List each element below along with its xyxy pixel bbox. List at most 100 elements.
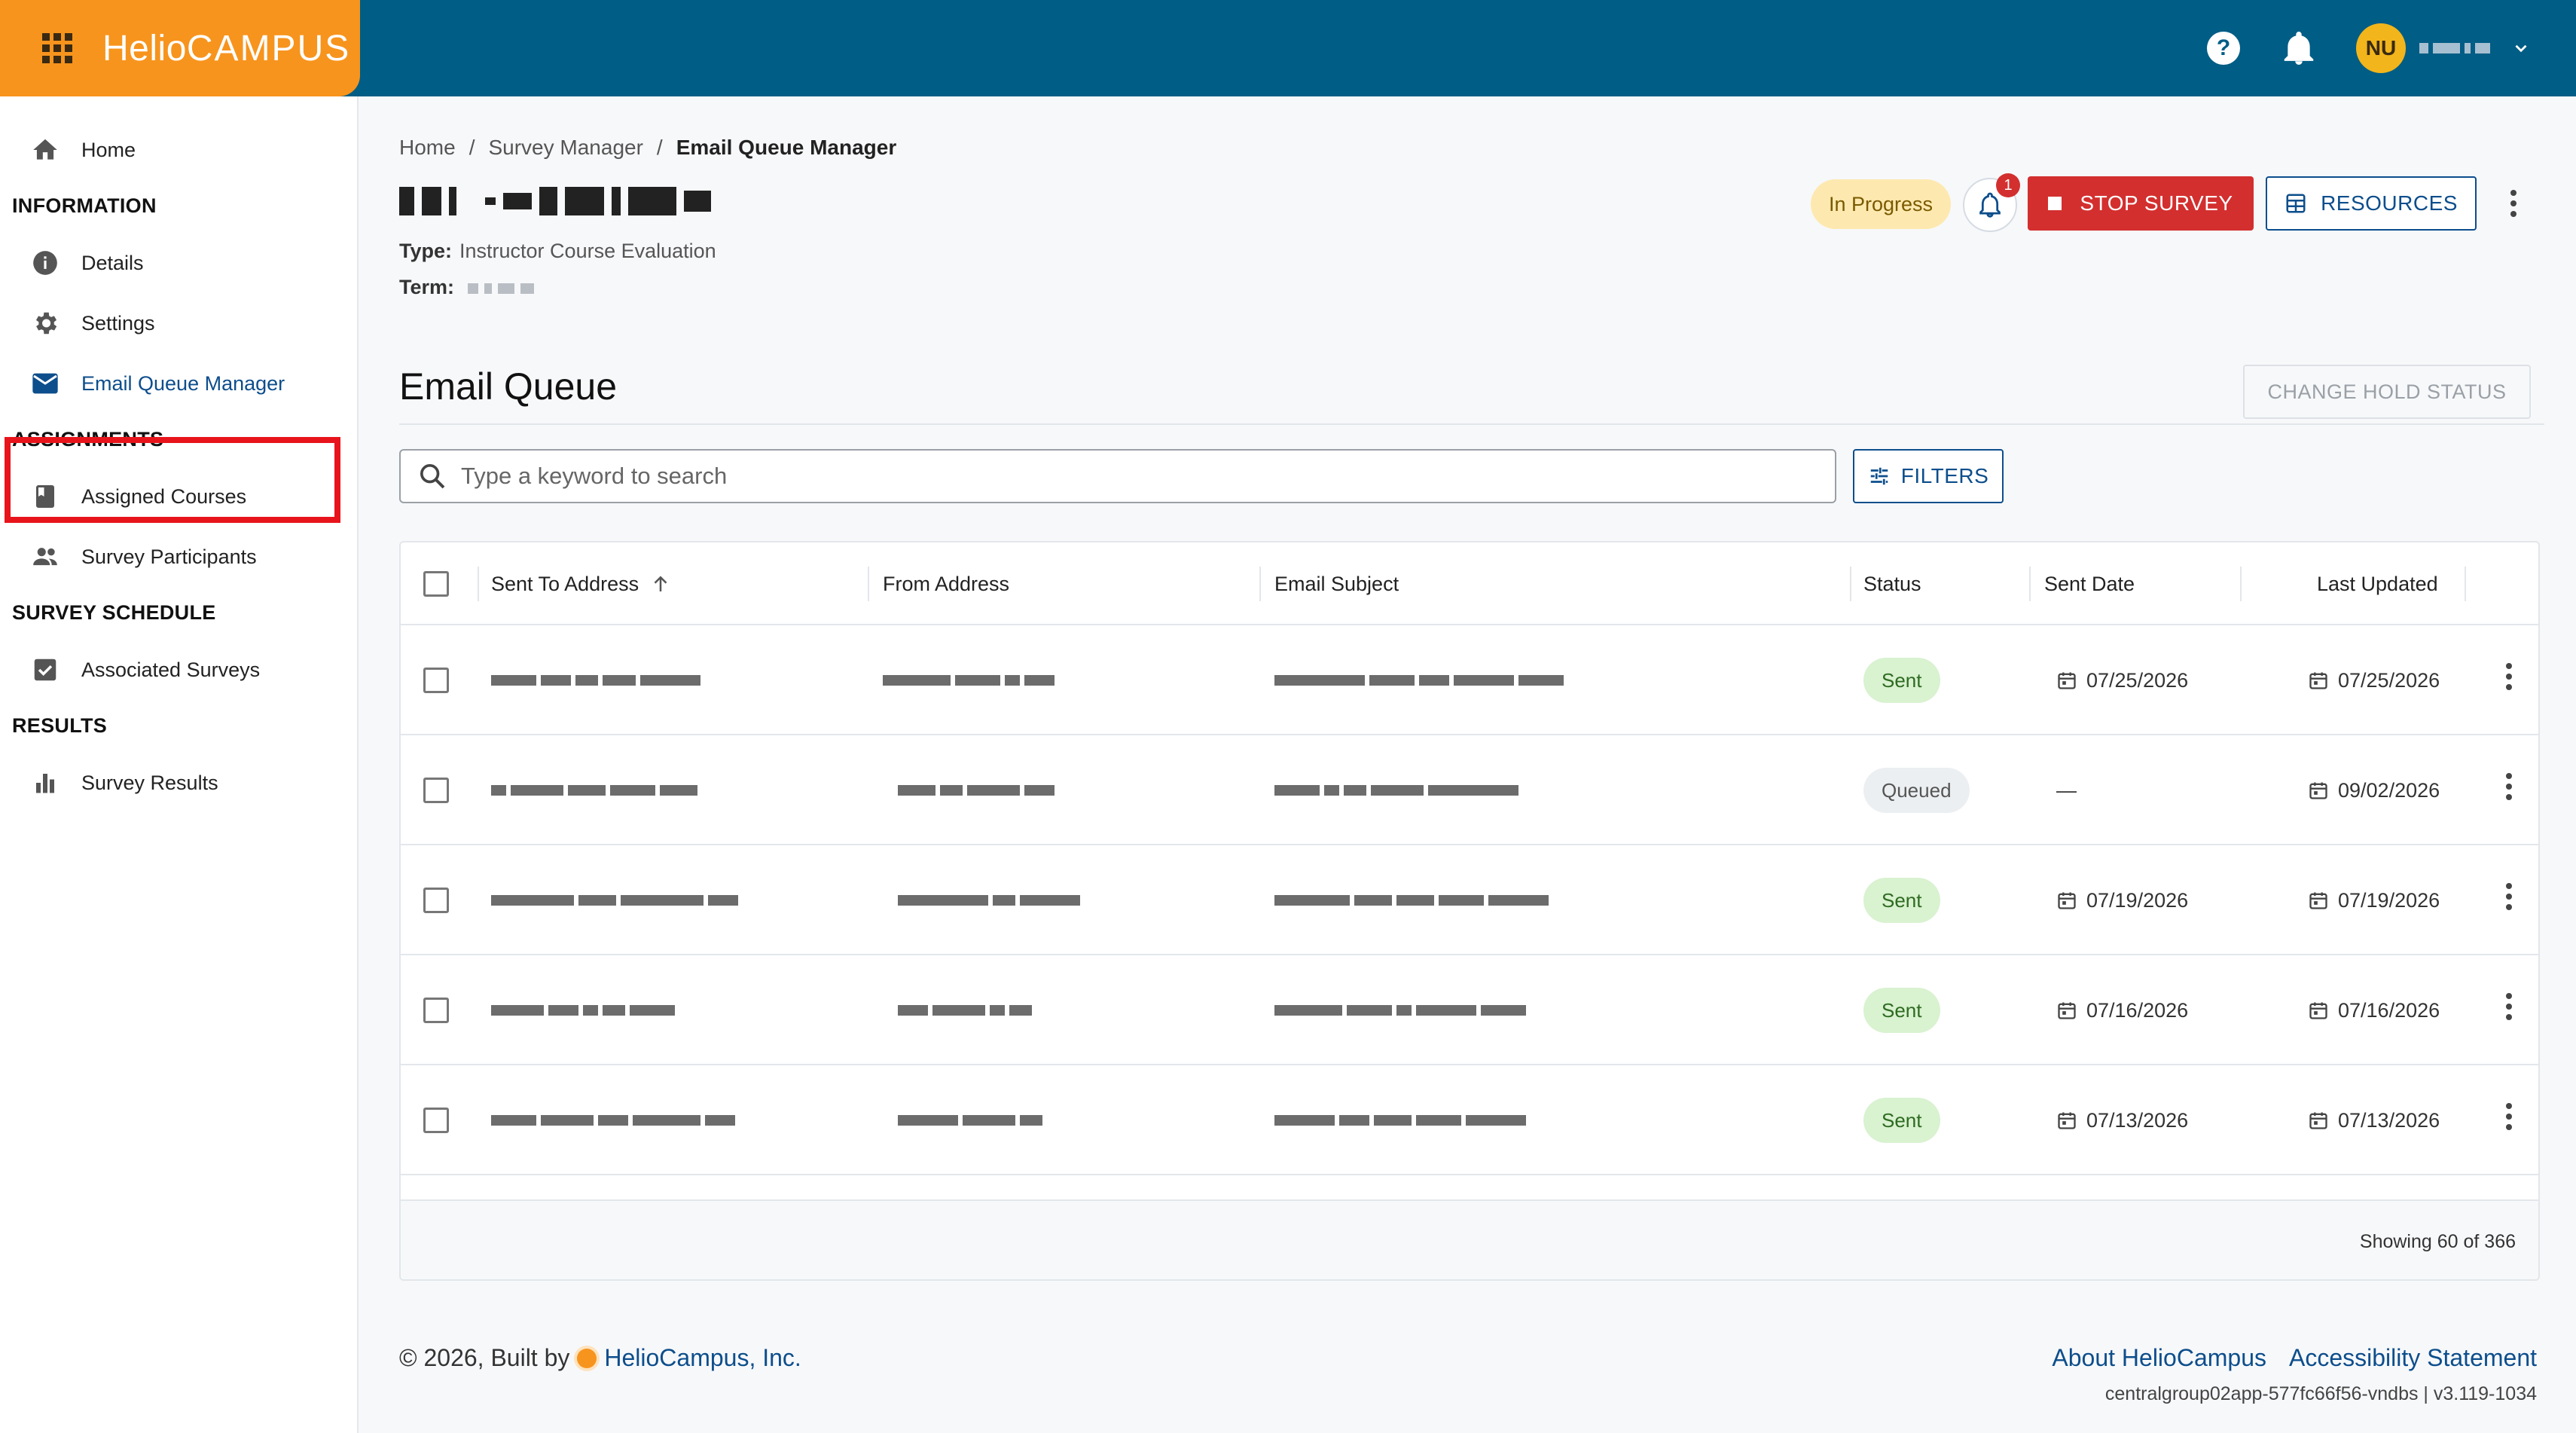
status-cell: Queued: [1863, 735, 1970, 845]
search-input[interactable]: [461, 463, 1802, 490]
row-more-options-icon[interactable]: [2505, 1103, 2513, 1130]
app-grid-icon[interactable]: [42, 33, 72, 63]
sent-date-value: 07/25/2026: [2086, 668, 2189, 692]
row-checkbox[interactable]: [423, 998, 449, 1023]
last-updated-value: 07/25/2026: [2338, 668, 2440, 692]
page-more-options-icon[interactable]: [2510, 190, 2517, 217]
survey-notifications-button[interactable]: 1: [1963, 173, 2020, 232]
sent-to-address-redacted: [491, 1065, 735, 1175]
calendar-icon: [2058, 1002, 2076, 1019]
about-link[interactable]: About HelioCampus: [2052, 1344, 2266, 1372]
sidebar-item-settings[interactable]: Settings: [0, 297, 359, 350]
sent-date-cell: —: [2056, 735, 2077, 845]
column-header-last-updated[interactable]: Last Updated: [2317, 542, 2438, 625]
sidebar-item-details[interactable]: Details: [0, 237, 359, 289]
sidebar-item-home[interactable]: Home: [0, 124, 359, 176]
row-more-options-icon[interactable]: [2505, 663, 2513, 690]
user-menu-chevron-down-icon[interactable]: [2511, 38, 2531, 58]
sent-date-cell: 07/16/2026: [2056, 955, 2188, 1065]
email-subject-redacted: [1274, 735, 1518, 845]
breadcrumb-current: Email Queue Manager: [676, 136, 897, 159]
filters-icon: [1870, 467, 1888, 485]
home-icon: [30, 135, 60, 165]
breadcrumb-separator: /: [656, 136, 663, 159]
status-badge: Sent: [1863, 988, 1940, 1033]
calendar-icon: [2058, 672, 2076, 689]
status-cell: Sent: [1863, 845, 1940, 955]
sidebar-item-survey-participants[interactable]: Survey Participants: [0, 530, 359, 583]
column-label: Sent Date: [2044, 572, 2135, 595]
company-link[interactable]: HelioCampus, Inc.: [604, 1344, 801, 1372]
status-cell: Sent: [1863, 1065, 1940, 1175]
column-separator: [1850, 567, 1851, 601]
row-count-text: Showing 60 of 366: [2359, 1231, 2516, 1252]
email-subject-redacted: [1274, 955, 1526, 1065]
sidebar-item-associated-surveys[interactable]: Associated Surveys: [0, 643, 359, 696]
table-row[interactable]: Sent 07/19/2026 07/19/2026: [401, 845, 2538, 955]
top-bar: HelioCAMPUS ? NU: [0, 0, 2576, 96]
breadcrumb-survey-manager[interactable]: Survey Manager: [488, 136, 642, 160]
row-checkbox[interactable]: [423, 888, 449, 913]
table-row[interactable]: Sent 07/16/2026 07/16/2026: [401, 955, 2538, 1065]
help-icon[interactable]: ?: [2207, 32, 2240, 65]
sent-to-address-redacted: [491, 845, 738, 955]
row-more-options-icon[interactable]: [2505, 883, 2513, 910]
row-checkbox[interactable]: [423, 778, 449, 803]
column-header-status[interactable]: Status: [1863, 542, 1921, 625]
email-subject-redacted: [1274, 845, 1549, 955]
accessibility-link[interactable]: Accessibility Statement: [2289, 1344, 2537, 1372]
bar-chart-icon: [30, 768, 60, 798]
column-label: From Address: [883, 572, 1010, 595]
user-avatar[interactable]: NU: [2356, 23, 2406, 73]
filters-button[interactable]: FILTERS: [1853, 449, 2004, 503]
column-header-sent-date[interactable]: Sent Date: [2044, 542, 2135, 625]
column-header-subject[interactable]: Email Subject: [1274, 542, 1399, 625]
resources-button[interactable]: RESOURCES: [2266, 176, 2477, 231]
calendar-icon: [2309, 1112, 2327, 1129]
notifications-bell-icon[interactable]: [2282, 30, 2315, 66]
copyright-text: © 2026, Built by: [399, 1344, 570, 1371]
sent-date-cell: 07/13/2026: [2056, 1065, 2188, 1175]
user-name-redacted[interactable]: [2419, 41, 2502, 55]
sidebar-item-email-queue-manager[interactable]: Email Queue Manager: [0, 357, 359, 410]
sent-to-address-redacted: [491, 735, 697, 845]
checkbox-icon: [30, 655, 60, 685]
table-header: Sent To Address From Address Email Subje…: [401, 542, 2538, 625]
from-address-redacted: [883, 625, 1055, 735]
column-separator: [2029, 567, 2031, 601]
last-updated-cell: 07/13/2026: [2308, 1065, 2440, 1175]
survey-term-label: Term:: [399, 276, 455, 298]
bell-icon: [1979, 192, 2001, 218]
column-header-sent-to[interactable]: Sent To Address: [491, 542, 672, 625]
highlight-annotation-box: [5, 437, 340, 523]
calendar-icon: [2309, 782, 2327, 799]
row-checkbox[interactable]: [423, 1108, 449, 1133]
select-all-checkbox[interactable]: [423, 571, 449, 597]
column-separator: [868, 567, 869, 601]
column-header-from[interactable]: From Address: [883, 542, 1009, 625]
table-row[interactable]: Queued — 09/02/2026: [401, 735, 2538, 845]
row-checkbox[interactable]: [423, 668, 449, 693]
sort-ascending-arrow-icon[interactable]: [649, 573, 672, 595]
heliocampus-logo[interactable]: HelioCAMPUS: [102, 28, 350, 69]
resources-icon: [2286, 194, 2306, 213]
row-more-options-icon[interactable]: [2505, 773, 2513, 800]
sidebar-item-survey-results[interactable]: Survey Results: [0, 756, 359, 809]
sent-date-cell: 07/19/2026: [2056, 845, 2188, 955]
sent-date-value: 07/16/2026: [2086, 998, 2189, 1022]
people-icon: [30, 542, 60, 572]
change-hold-status-button[interactable]: CHANGE HOLD STATUS: [2243, 365, 2531, 419]
row-more-options-icon[interactable]: [2505, 993, 2513, 1020]
divider: [399, 423, 2544, 425]
stop-survey-button[interactable]: STOP SURVEY: [2028, 176, 2254, 231]
survey-type-value: Instructor Course Evaluation: [459, 240, 716, 262]
table-row[interactable]: Sent 07/25/2026 07/25/2026: [401, 625, 2538, 735]
from-address-redacted: [898, 1065, 1042, 1175]
table-row[interactable]: Sent 07/13/2026 07/13/2026: [401, 1065, 2538, 1175]
top-actions: ? NU: [2207, 0, 2531, 96]
status-cell: Sent: [1863, 955, 1940, 1065]
calendar-icon: [2058, 1112, 2076, 1129]
footer-links: About HelioCampus Accessibility Statemen…: [2052, 1344, 2537, 1372]
column-separator: [478, 567, 479, 601]
breadcrumb-home[interactable]: Home: [399, 136, 456, 160]
